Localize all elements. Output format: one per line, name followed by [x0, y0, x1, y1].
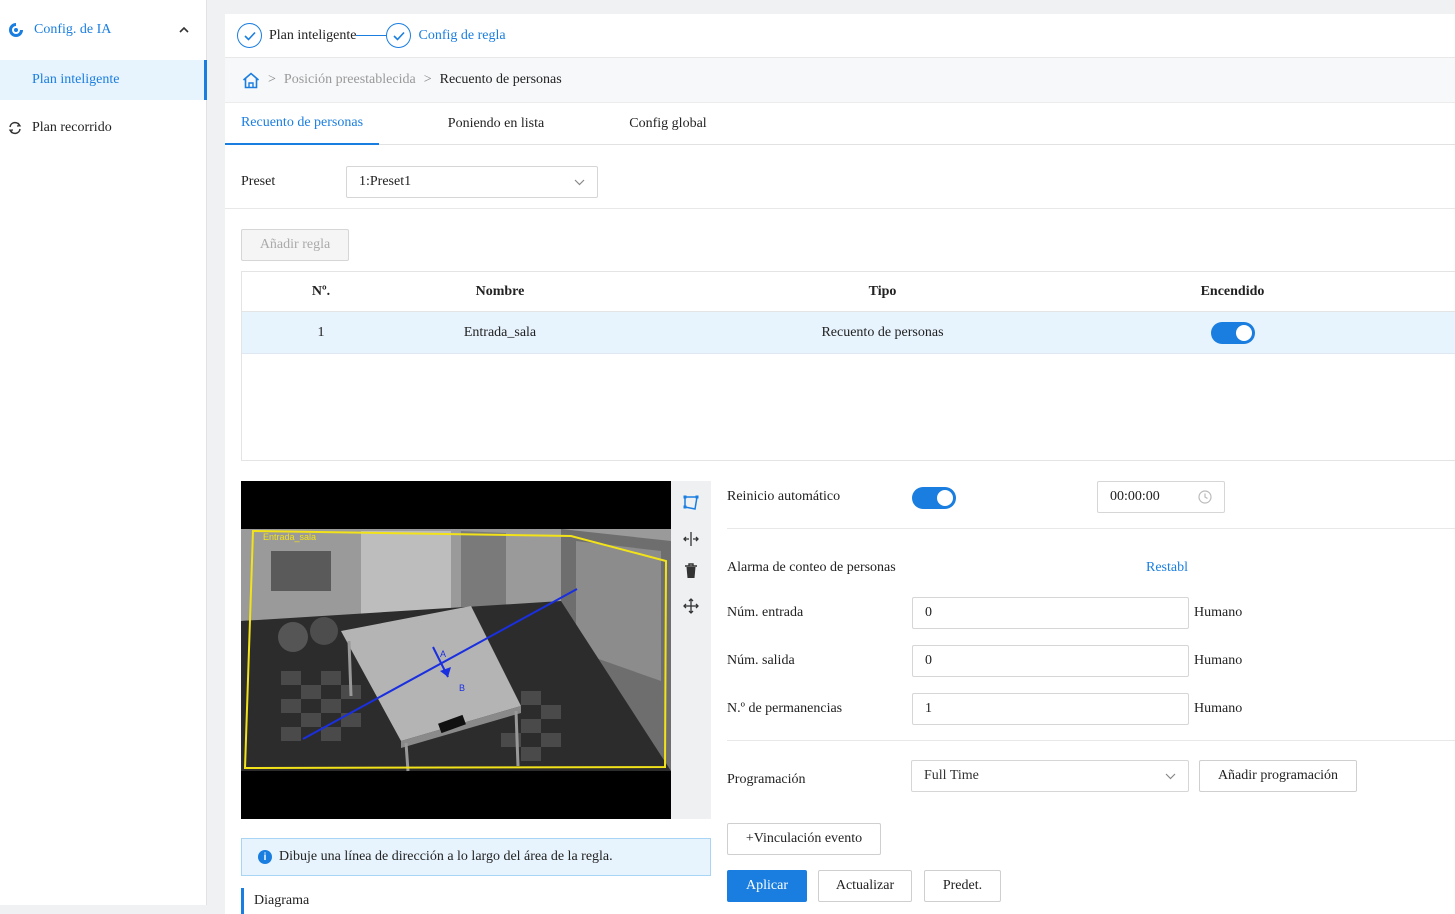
default-button[interactable]: Predet.	[924, 870, 1001, 902]
cell-name: Entrada_sala	[463, 324, 537, 340]
stay-count-label: N.º de permanencias	[727, 701, 843, 716]
auto-reset-toggle[interactable]	[912, 487, 956, 509]
reset-link[interactable]: Restabl	[1146, 560, 1188, 576]
clock-icon	[1198, 490, 1212, 504]
info-banner: i Dibuje una línea de dirección a lo lar…	[241, 838, 711, 876]
schedule-value: Full Time	[924, 768, 979, 783]
move-icon[interactable]	[681, 596, 701, 616]
sidebar-item-label: Plan recorrido	[32, 119, 112, 135]
sidebar-group-label: Config. de IA	[34, 22, 112, 37]
header-name: Nombre	[475, 283, 525, 299]
diagram-section-title: Diagrama	[241, 888, 309, 914]
auto-reset-time-value: 00:00:00	[1110, 489, 1160, 504]
trash-icon[interactable]	[681, 561, 701, 581]
preset-label: Preset	[241, 174, 276, 189]
sidebar-item-label: Plan inteligente	[32, 72, 120, 87]
rule-enabled-toggle[interactable]	[1210, 321, 1255, 344]
entry-count-input[interactable]: 0	[912, 597, 1189, 629]
step-connector	[356, 35, 387, 36]
entry-count-value: 0	[925, 605, 932, 620]
breadcrumb-current: Recuento de personas	[439, 72, 562, 87]
home-icon[interactable]	[242, 71, 260, 89]
chevron-up-icon[interactable]	[179, 26, 189, 34]
step-plan-inteligente[interactable]: Plan inteligente	[237, 23, 356, 48]
check-icon	[386, 23, 412, 48]
alarm-label: Alarma de conteo de personas	[727, 560, 896, 575]
add-schedule-button[interactable]: Añadir programación	[1199, 760, 1357, 792]
sidebar: Config. de IA Plan inteligente Plan reco…	[0, 0, 207, 905]
video-preview[interactable]: Entrada_sala A B	[241, 481, 671, 819]
apply-button[interactable]: Aplicar	[727, 870, 807, 902]
exit-count-input[interactable]: 0	[912, 645, 1189, 677]
step-indicator: Plan inteligente Config de regla	[225, 14, 1455, 58]
stay-count-value: 1	[925, 701, 932, 716]
breadcrumb-separator: >	[268, 72, 276, 87]
cell-enabled	[1165, 321, 1300, 344]
point-a-label: A	[440, 649, 446, 659]
tab-poniendo-lista[interactable]: Poniendo en lista	[379, 103, 613, 145]
preset-row: Preset 1:Preset1	[241, 166, 598, 198]
schedule-label: Programación	[727, 772, 806, 787]
sidebar-item-plan-recorrido[interactable]: Plan recorrido	[0, 100, 206, 155]
header-type: Tipo	[868, 283, 897, 299]
table-row[interactable]: 1 Entrada_sala Recuento de personas	[242, 312, 1455, 354]
divider	[225, 208, 1455, 209]
refresh-button[interactable]: Actualizar	[818, 870, 912, 902]
tab-bar: Recuento de personas Poniendo en lista C…	[225, 103, 1455, 145]
cell-no: 1	[317, 324, 325, 340]
breadcrumb: > Posición preestablecida > Recuento de …	[225, 58, 1455, 103]
draw-direction-icon[interactable]	[681, 529, 701, 549]
check-icon	[237, 23, 262, 48]
tab-recuento-personas[interactable]: Recuento de personas	[225, 103, 379, 145]
step-label: Config de regla	[418, 27, 506, 43]
exit-count-value: 0	[925, 653, 932, 668]
unit-label: Humano	[1194, 605, 1243, 620]
info-text: Dibuje una línea de dirección a lo largo…	[279, 849, 613, 864]
exit-count-label: Núm. salida	[727, 653, 795, 668]
schedule-select[interactable]: Full Time	[911, 760, 1189, 792]
breadcrumb-parent[interactable]: Posición preestablecida	[284, 72, 416, 88]
auto-reset-time-field[interactable]: 00:00:00	[1097, 481, 1225, 513]
cell-type: Recuento de personas	[821, 324, 944, 340]
step-label: Plan inteligente	[269, 27, 357, 43]
tab-config-global[interactable]: Config global	[613, 103, 723, 145]
add-rule-button[interactable]: Añadir regla	[241, 229, 349, 261]
chevron-down-icon	[574, 179, 585, 185]
drawing-toolbar	[671, 481, 711, 819]
stay-count-input[interactable]: 1	[912, 693, 1189, 725]
chevron-down-icon	[1165, 773, 1176, 779]
breadcrumb-separator: >	[423, 72, 432, 87]
auto-reset-label: Reinicio automático	[727, 489, 841, 504]
rule-name-overlay: Entrada_sala	[263, 532, 316, 542]
unit-label: Humano	[1194, 701, 1243, 716]
camera-scene: Entrada_sala A B	[241, 529, 671, 772]
table-header: Nº. Nombre Tipo Encendido	[242, 272, 1455, 312]
entry-count-label: Núm. entrada	[727, 605, 804, 620]
refresh-icon	[8, 121, 22, 134]
info-icon: i	[258, 850, 272, 864]
rules-table: Nº. Nombre Tipo Encendido 1 Entrada_sala…	[241, 271, 1455, 461]
sidebar-item-plan-inteligente[interactable]: Plan inteligente	[0, 60, 207, 100]
draw-area-icon[interactable]	[681, 493, 701, 513]
point-b-label: B	[459, 683, 465, 693]
preset-value: 1:Preset1	[359, 174, 412, 189]
ai-config-icon	[9, 23, 23, 37]
divider	[727, 528, 1455, 529]
event-linkage-button[interactable]: +Vinculación evento	[727, 823, 881, 855]
unit-label: Humano	[1194, 653, 1243, 668]
step-config-regla[interactable]: Config de regla	[386, 23, 506, 48]
preset-select[interactable]: 1:Preset1	[346, 166, 598, 198]
header-no: Nº.	[311, 283, 331, 299]
main-panel: Plan inteligente Config de regla > Posic…	[225, 14, 1455, 914]
sidebar-group-ai-config[interactable]: Config. de IA	[0, 0, 206, 60]
divider	[727, 740, 1455, 741]
header-enabled: Encendido	[1200, 283, 1265, 299]
